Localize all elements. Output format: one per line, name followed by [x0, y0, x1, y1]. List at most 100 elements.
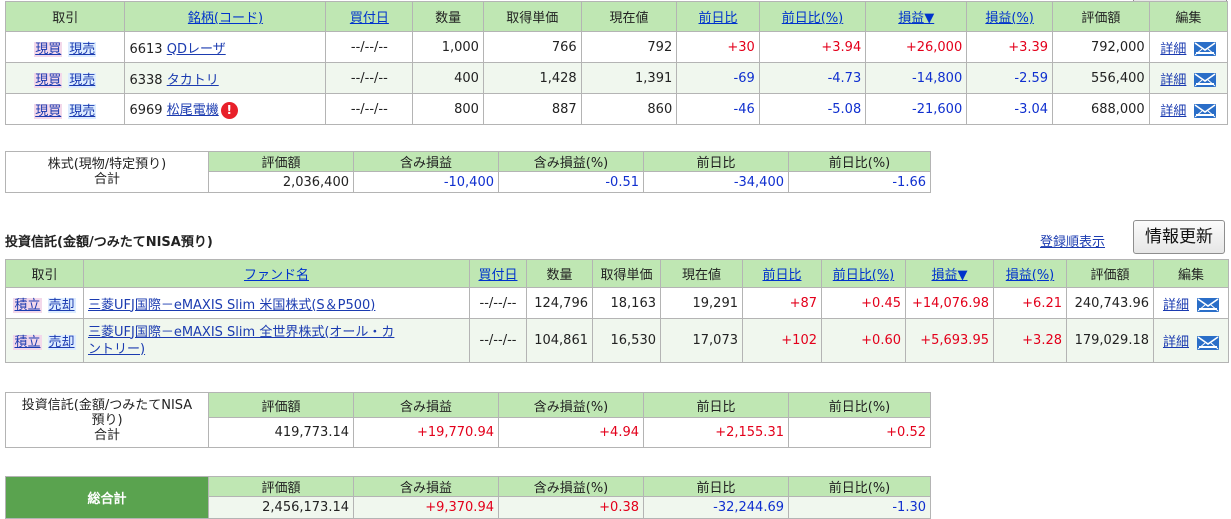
- summary-day-change: +2,155.31: [643, 417, 789, 448]
- cost-price: 887: [482, 93, 582, 125]
- warning-icon[interactable]: !: [220, 102, 238, 119]
- header-cost: 取得単価: [482, 1, 582, 32]
- fund-name-link[interactable]: 三菱UFJ国際－eMAXIS Slim 米国株式(S＆P500): [88, 298, 375, 313]
- summary-header: 含み損益: [353, 392, 499, 418]
- header-chg[interactable]: 前日比: [742, 259, 822, 288]
- total-unrealized-pl: +9,370.94: [353, 496, 499, 519]
- spot-sell-link[interactable]: 現売: [68, 103, 97, 119]
- total-value: 2,456,173.14: [208, 496, 354, 519]
- cost-price: 1,428: [482, 62, 582, 94]
- mail-icon[interactable]: [1194, 104, 1217, 118]
- total-day-change: -32,244.69: [643, 496, 789, 519]
- mail-icon[interactable]: [1197, 335, 1219, 350]
- total-day-change-pct: -1.30: [788, 496, 931, 519]
- profit-loss-pct: -2.59: [966, 62, 1054, 94]
- spot-sell-link[interactable]: 現売: [68, 41, 97, 57]
- total-header: 含み損益(%): [498, 476, 644, 497]
- detail-link[interactable]: 詳細: [1160, 104, 1186, 119]
- table-row: 積立 売却 三菱UFJ国際－eMAXIS Slim 米国株式(S＆P500) --…: [5, 287, 1229, 319]
- header-pl[interactable]: 損益▼: [865, 1, 968, 32]
- header-trade: 取引: [5, 259, 84, 288]
- header-pl-pct[interactable]: 損益(%): [993, 259, 1067, 288]
- stock-summary-label: 株式(現物/特定預り) 合計: [5, 151, 209, 193]
- refresh-button[interactable]: 情報更新: [1133, 220, 1225, 254]
- spot-buy-link[interactable]: 現買: [34, 103, 63, 119]
- buy-date: --/--/--: [325, 62, 414, 94]
- header-fund-name[interactable]: ファンド名: [83, 259, 470, 288]
- header-qty: 数量: [526, 259, 593, 288]
- table-row: 現買 現売 6613 QDレーザ --/--/-- 1,000 766 792 +…: [4, 31, 1229, 63]
- market-value: 792,000: [1052, 31, 1150, 63]
- profit-loss-pct: +3.28: [993, 318, 1067, 363]
- quantity: 1,000: [412, 31, 484, 63]
- profit-loss: -21,600: [865, 93, 968, 125]
- buy-date: --/--/--: [325, 31, 414, 63]
- summary-header: 前日比: [643, 392, 789, 418]
- day-change: +102: [742, 318, 822, 363]
- summary-value: 419,773.14: [208, 417, 354, 448]
- summary-value: 2,036,400: [208, 171, 354, 193]
- stock-code: 6613: [129, 41, 163, 57]
- summary-header: 前日比: [643, 151, 789, 172]
- fund-summary-table: 投資信託(金額/つみたてNISA 預り) 合計 評価額 含み損益 含み損益(%) 前…: [5, 392, 931, 448]
- stock-name-link[interactable]: QDレーザ: [167, 42, 226, 57]
- detail-link[interactable]: 詳細: [1160, 42, 1186, 57]
- market-value: 240,743.96: [1066, 287, 1154, 319]
- current-price: 17,073: [660, 318, 743, 363]
- profit-loss: -14,800: [865, 62, 968, 94]
- sell-link[interactable]: 売却: [47, 297, 76, 313]
- detail-link[interactable]: 詳細: [1163, 335, 1189, 350]
- fund-name-link[interactable]: 三菱UFJ国際－eMAXIS Slim 全世界株式(オール・カ ントリー): [88, 325, 394, 357]
- current-price: 860: [580, 93, 678, 125]
- cost-price: 16,530: [592, 318, 661, 363]
- current-price: 1,391: [580, 62, 678, 94]
- detail-link[interactable]: 詳細: [1163, 298, 1189, 313]
- table-row: 現買 現売 6338 タカトリ --/--/-- 400 1,428 1,391 …: [4, 62, 1229, 94]
- current-price: 792: [580, 31, 678, 63]
- fund-holdings-table: 取引 ファンド名 買付日 数量 取得単価 現在値 前日比 前日比(%) 損益▼ …: [5, 259, 1229, 363]
- header-chg[interactable]: 前日比: [676, 1, 760, 32]
- spot-sell-link[interactable]: 現売: [68, 72, 97, 88]
- header-chg-pct[interactable]: 前日比(%): [821, 259, 906, 288]
- spot-buy-link[interactable]: 現買: [34, 72, 63, 88]
- mail-icon[interactable]: [1194, 42, 1217, 56]
- profit-loss: +5,693.95: [905, 318, 994, 363]
- total-unrealized-pl-pct: +0.38: [498, 496, 644, 519]
- accumulate-link[interactable]: 積立: [13, 297, 42, 313]
- spot-buy-link[interactable]: 現買: [34, 41, 63, 57]
- day-change-pct: -5.08: [758, 93, 867, 125]
- header-brand[interactable]: 銘柄(コード): [124, 1, 327, 32]
- header-chg-pct[interactable]: 前日比(%): [758, 1, 867, 32]
- profit-loss-pct: +3.39: [966, 31, 1054, 63]
- day-change: -69: [676, 62, 760, 94]
- mail-icon[interactable]: [1194, 73, 1217, 87]
- stock-name-link[interactable]: 松尾電機: [167, 103, 219, 118]
- summary-header: 含み損益: [353, 151, 499, 172]
- quantity: 800: [412, 93, 484, 125]
- header-edit: 編集: [1148, 1, 1229, 32]
- grand-total-table: 総合計 評価額 含み損益 含み損益(%) 前日比 前日比(%) 2,456,17…: [5, 476, 931, 519]
- summary-header: 含み損益(%): [498, 392, 644, 418]
- sell-link[interactable]: 売却: [47, 335, 76, 350]
- stock-code: 6338: [129, 72, 163, 88]
- stock-summary-table: 株式(現物/特定預り) 合計 評価額 含み損益 含み損益(%) 前日比 前日比(%…: [5, 151, 931, 193]
- header-pl[interactable]: 損益▼: [905, 259, 994, 288]
- header-pl-pct[interactable]: 損益(%): [966, 1, 1054, 32]
- header-buy-date[interactable]: 買付日: [469, 259, 527, 288]
- total-header: 前日比(%): [788, 476, 931, 497]
- market-value: 179,029.18: [1066, 318, 1154, 363]
- registration-order-link[interactable]: 登録順表示: [1040, 231, 1105, 250]
- header-buy-date[interactable]: 買付日: [325, 1, 414, 32]
- day-change-pct: +3.94: [758, 31, 867, 63]
- cost-price: 766: [482, 31, 582, 63]
- stock-name-link[interactable]: タカトリ: [167, 73, 219, 88]
- summary-header: 前日比(%): [788, 151, 931, 172]
- header-edit: 編集: [1153, 259, 1229, 288]
- market-value: 688,000: [1052, 93, 1150, 125]
- mail-icon[interactable]: [1197, 298, 1219, 312]
- accumulate-link[interactable]: 積立: [13, 335, 42, 350]
- day-change-pct: +0.45: [821, 287, 906, 319]
- current-price: 19,291: [660, 287, 743, 319]
- detail-link[interactable]: 詳細: [1160, 73, 1186, 88]
- summary-unrealized-pl: -10,400: [353, 171, 499, 193]
